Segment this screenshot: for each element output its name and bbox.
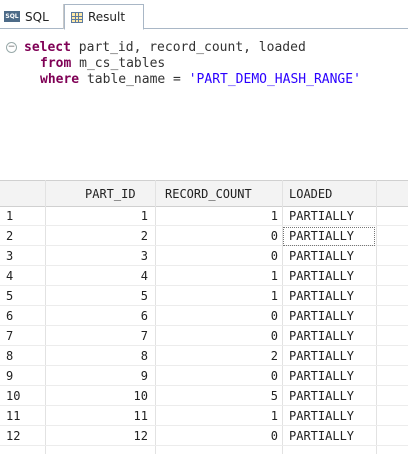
cell-record-count[interactable]: 0 bbox=[271, 329, 278, 343]
cell-part-id[interactable]: 8 bbox=[141, 349, 148, 363]
cell-part-id[interactable]: 12 bbox=[134, 429, 148, 443]
cell-loaded[interactable]: PARTIALLY bbox=[289, 409, 354, 423]
cell-part-id[interactable]: 5 bbox=[141, 289, 148, 303]
table-grid-icon bbox=[71, 11, 83, 23]
column-header-loaded[interactable]: LOADED bbox=[289, 187, 332, 201]
row-number: 4 bbox=[6, 269, 14, 283]
cell-record-count[interactable]: 1 bbox=[271, 409, 278, 423]
cell-record-count[interactable]: 0 bbox=[271, 369, 278, 383]
sql-editor[interactable]: − select part_id, record_count, loaded f… bbox=[0, 30, 408, 180]
table-row[interactable]: 7 7 0 PARTIALLY bbox=[0, 327, 408, 346]
table-row[interactable]: 12 12 0 PARTIALLY bbox=[0, 427, 408, 446]
cell-part-id[interactable]: 6 bbox=[141, 309, 148, 323]
cell-loaded[interactable]: PARTIALLY bbox=[289, 329, 354, 343]
cell-record-count[interactable]: 0 bbox=[271, 309, 278, 323]
cell-loaded[interactable]: PARTIALLY bbox=[289, 249, 354, 263]
table-row[interactable]: 6 6 0 PARTIALLY bbox=[0, 307, 408, 326]
row-number: 7 bbox=[6, 329, 14, 343]
cell-record-count[interactable]: 1 bbox=[271, 209, 278, 223]
row-number: 5 bbox=[6, 289, 14, 303]
code-text: table_name = bbox=[79, 72, 189, 87]
keyword-select: select bbox=[24, 40, 71, 55]
cell-part-id[interactable]: 9 bbox=[141, 369, 148, 383]
row-number: 10 bbox=[6, 389, 21, 403]
table-row[interactable]: 8 8 2 PARTIALLY bbox=[0, 347, 408, 366]
collapse-fold-icon[interactable]: − bbox=[6, 42, 17, 53]
cell-part-id[interactable]: 2 bbox=[141, 229, 148, 243]
table-row[interactable]: 10 10 5 PARTIALLY bbox=[0, 387, 408, 406]
table-row[interactable]: 11 11 1 PARTIALLY bbox=[0, 407, 408, 426]
table-row[interactable]: 4 4 1 PARTIALLY bbox=[0, 267, 408, 286]
cell-part-id[interactable]: 7 bbox=[141, 329, 148, 343]
code-line-where: where table_name = 'PART_DEMO_HASH_RANGE… bbox=[40, 72, 361, 88]
code-text: part_id, record_count, loaded bbox=[70, 40, 306, 55]
column-header-part-id[interactable]: PART_ID bbox=[85, 187, 136, 201]
row-number: 8 bbox=[6, 349, 14, 363]
cell-loaded[interactable]: PARTIALLY bbox=[289, 369, 354, 383]
row-number: 6 bbox=[6, 309, 14, 323]
cell-loaded[interactable]: PARTIALLY bbox=[289, 389, 354, 403]
tab-sql[interactable]: SQL SQL bbox=[0, 4, 64, 29]
code-line-select: select part_id, record_count, loaded bbox=[24, 40, 306, 56]
column-header-record-count[interactable]: RECORD_COUNT bbox=[165, 187, 252, 201]
table-row[interactable]: 1 1 1 PARTIALLY bbox=[0, 207, 408, 226]
cell-part-id[interactable]: 11 bbox=[134, 409, 148, 423]
keyword-where: where bbox=[40, 72, 80, 87]
editor-tab-bar: SQL SQL Result bbox=[0, 0, 408, 30]
cell-record-count[interactable]: 0 bbox=[271, 249, 278, 263]
cell-part-id[interactable]: 1 bbox=[141, 209, 148, 223]
table-row[interactable]: 9 9 0 PARTIALLY bbox=[0, 367, 408, 386]
cell-loaded[interactable]: PARTIALLY bbox=[289, 349, 354, 363]
cell-loaded[interactable]: PARTIALLY bbox=[289, 209, 354, 223]
sql-icon: SQL bbox=[4, 11, 20, 22]
table-row[interactable]: 2 2 0 PARTIALLY bbox=[0, 227, 408, 246]
tab-sql-label: SQL bbox=[25, 9, 49, 24]
row-number: 9 bbox=[6, 369, 14, 383]
row-number: 11 bbox=[6, 409, 21, 423]
code-line-from: from m_cs_tables bbox=[40, 56, 165, 72]
table-row[interactable]: 3 3 0 PARTIALLY bbox=[0, 247, 408, 266]
table-row[interactable]: 5 5 1 PARTIALLY bbox=[0, 287, 408, 306]
string-literal: 'PART_DEMO_HASH_RANGE' bbox=[188, 72, 361, 87]
tab-result-label: Result bbox=[88, 10, 126, 24]
keyword-from: from bbox=[40, 56, 72, 71]
row-number: 1 bbox=[6, 209, 14, 223]
cell-record-count[interactable]: 5 bbox=[271, 389, 278, 403]
row-number: 2 bbox=[6, 229, 14, 243]
cell-part-id[interactable]: 3 bbox=[141, 249, 148, 263]
focused-cell-outline bbox=[283, 227, 375, 246]
cell-part-id[interactable]: 4 bbox=[141, 269, 148, 283]
code-text: m_cs_tables bbox=[71, 56, 166, 71]
result-grid-header: PART_ID RECORD_COUNT LOADED bbox=[0, 180, 408, 207]
result-grid[interactable]: PART_ID RECORD_COUNT LOADED 1 1 1 PARTIALLY… bbox=[0, 180, 408, 454]
tab-result[interactable]: Result bbox=[64, 4, 144, 30]
cell-loaded[interactable]: PARTIALLY bbox=[289, 309, 354, 323]
cell-record-count[interactable]: 1 bbox=[271, 269, 278, 283]
cell-loaded[interactable]: PARTIALLY bbox=[289, 269, 354, 283]
cell-loaded[interactable]: PARTIALLY bbox=[289, 429, 354, 443]
cell-part-id[interactable]: 10 bbox=[134, 389, 148, 403]
cell-loaded[interactable]: PARTIALLY bbox=[289, 289, 354, 303]
row-number: 12 bbox=[6, 429, 21, 443]
cell-record-count[interactable]: 0 bbox=[271, 229, 278, 243]
cell-record-count[interactable]: 0 bbox=[271, 429, 278, 443]
cell-record-count[interactable]: 2 bbox=[271, 349, 278, 363]
sql-console-window: SQL SQL Result − select part_id, record_… bbox=[0, 0, 408, 454]
cell-record-count[interactable]: 1 bbox=[271, 289, 278, 303]
row-number: 3 bbox=[6, 249, 14, 263]
